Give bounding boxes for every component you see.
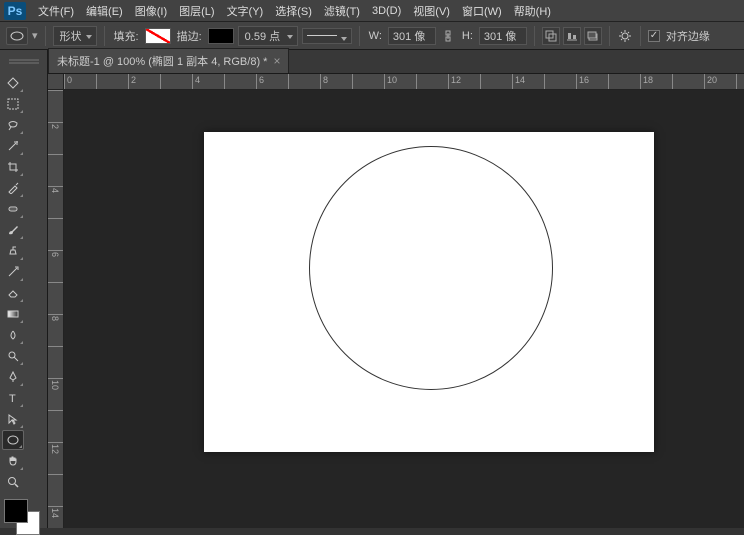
ps-logo: Ps [4,2,26,20]
ellipse-tool[interactable] [2,430,24,450]
healing-brush-tool[interactable] [2,199,24,219]
align-edges-label: 对齐边缘 [664,28,712,44]
document-tab[interactable]: 未标题-1 @ 100% (椭圆 1 副本 4, RGB/8) * × [48,48,289,73]
menu-file[interactable]: 文件(F) [32,0,80,22]
canvas-viewport[interactable] [64,90,744,528]
path-arrange-icon[interactable] [584,27,602,45]
height-input[interactable]: 301 像 [479,27,527,45]
stroke-width-input[interactable]: 0.59 点 [238,26,298,46]
document-tab-bar: 未标题-1 @ 100% (椭圆 1 副本 4, RGB/8) * × [0,50,744,74]
eyedropper-tool[interactable] [2,178,24,198]
menu-layer[interactable]: 图层(L) [173,0,220,22]
path-align-icon[interactable] [563,27,581,45]
stroke-swatch[interactable] [208,28,234,44]
magic-wand-tool[interactable] [2,136,24,156]
stroke-style-dropdown[interactable] [302,28,352,44]
hand-tool[interactable] [2,451,24,471]
clone-stamp-tool[interactable] [2,241,24,261]
pen-tool[interactable] [2,367,24,387]
ruler-horizontal[interactable]: 0246810121416182022 [64,74,744,90]
eraser-tool[interactable] [2,283,24,303]
tools-panel: T [0,50,48,528]
menu-view[interactable]: 视图(V) [407,0,456,22]
align-edges-checkbox[interactable]: ✓ [648,30,660,42]
toolbar-grip[interactable] [2,52,45,72]
menu-type[interactable]: 文字(Y) [221,0,270,22]
stroke-label: 描边: [175,28,204,44]
menu-help[interactable]: 帮助(H) [508,0,557,22]
brush-tool[interactable] [2,220,24,240]
svg-text:T: T [9,393,16,404]
menu-filter[interactable]: 滤镜(T) [318,0,366,22]
w-label: W: [367,30,384,42]
fill-label: 填充: [112,28,141,44]
path-combine-icon[interactable] [542,27,560,45]
gradient-tool[interactable] [2,304,24,324]
color-swatches[interactable] [2,497,45,535]
link-wh-icon[interactable] [440,28,456,44]
menu-3d[interactable]: 3D(D) [366,2,407,20]
ruler-origin[interactable] [48,74,64,90]
tab-title: 未标题-1 @ 100% (椭圆 1 副本 4, RGB/8) * [57,53,267,69]
foreground-color[interactable] [4,499,28,523]
history-brush-tool[interactable] [2,262,24,282]
width-input[interactable]: 301 像 [388,27,436,45]
h-label: H: [460,30,475,42]
lasso-tool[interactable] [2,115,24,135]
shape-mode-dropdown[interactable]: 形状 [53,26,97,46]
active-tool-icon[interactable] [6,27,28,45]
menu-select[interactable]: 选择(S) [269,0,318,22]
move-tool[interactable] [2,73,24,93]
dodge-tool[interactable] [2,346,24,366]
menu-bar: Ps 文件(F) 编辑(E) 图像(I) 图层(L) 文字(Y) 选择(S) 滤… [0,0,744,22]
type-tool[interactable]: T [2,388,24,408]
document-canvas[interactable] [204,132,654,452]
blur-tool[interactable] [2,325,24,345]
zoom-tool[interactable] [2,472,24,492]
path-selection-tool[interactable] [2,409,24,429]
options-bar: ▾ 形状 填充: 描边: 0.59 点 W: 301 像 H: 301 像 ✓ … [0,22,744,50]
menu-image[interactable]: 图像(I) [129,0,173,22]
ruler-vertical[interactable]: 2468101214 [48,90,64,528]
ellipse-shape[interactable] [309,146,553,390]
marquee-tool[interactable] [2,94,24,114]
options-gear-icon[interactable] [617,28,633,44]
menu-window[interactable]: 窗口(W) [456,0,508,22]
crop-tool[interactable] [2,157,24,177]
close-icon[interactable]: × [273,54,280,68]
menu-edit[interactable]: 编辑(E) [80,0,129,22]
fill-swatch[interactable] [145,28,171,44]
